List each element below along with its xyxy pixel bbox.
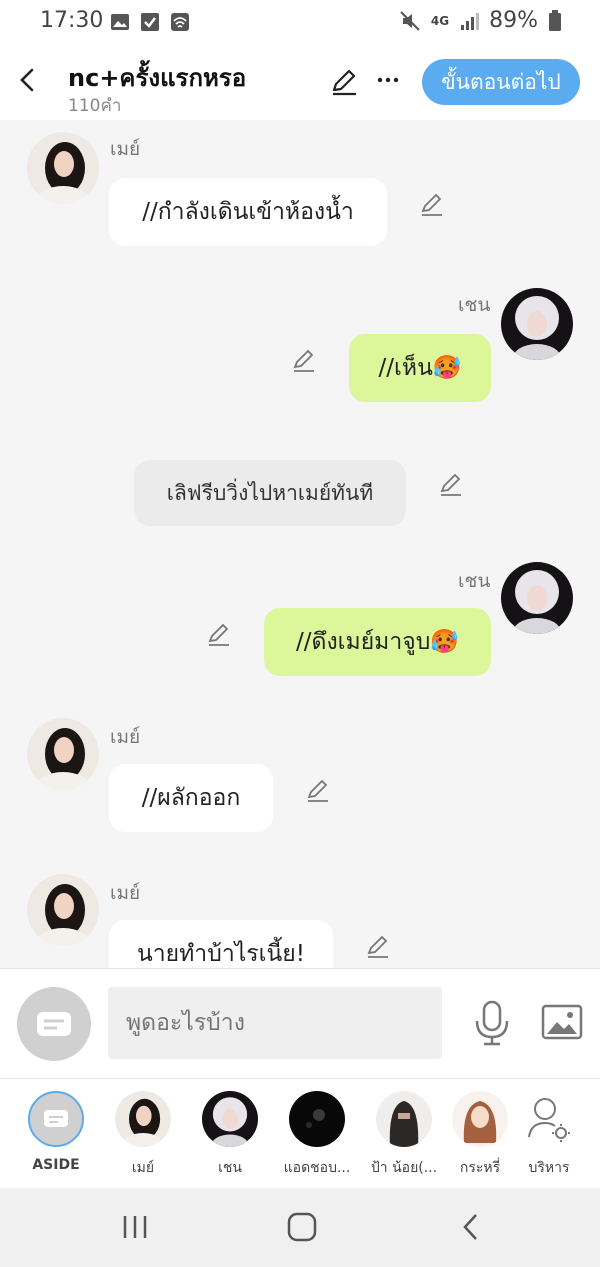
character-admin[interactable]: แอดชอบ... (277, 1091, 357, 1179)
character-label: ASIDE (32, 1157, 80, 1173)
speaker-name: เชน (458, 570, 491, 592)
character-aside[interactable]: ASIDE (16, 1091, 96, 1173)
pencil-icon[interactable] (437, 470, 465, 498)
character-label: กระหรี่ (459, 1160, 501, 1176)
character-label: เชน (218, 1160, 242, 1176)
speaker-name: เมย์ (110, 138, 141, 160)
mic-icon[interactable] (470, 999, 514, 1047)
settings-user-icon (521, 1091, 577, 1147)
more-icon[interactable] (374, 66, 402, 94)
pencil-icon[interactable] (364, 932, 392, 960)
notification-icons (110, 12, 190, 32)
avatar-image (501, 288, 573, 360)
pencil-icon[interactable] (418, 190, 446, 218)
home-icon[interactable] (287, 1212, 317, 1242)
back-icon[interactable] (14, 64, 42, 96)
next-step-button[interactable]: ขั้นตอนต่อไป (422, 59, 580, 105)
character-may[interactable]: เมย์ (103, 1091, 183, 1179)
aside-toggle-button[interactable] (17, 987, 91, 1061)
avatar-chen[interactable] (501, 288, 573, 360)
character-auntie[interactable]: ป้า น้อย(... (364, 1091, 444, 1179)
battery-icon (549, 9, 561, 31)
pencil-icon[interactable] (304, 776, 332, 804)
nav-back-icon[interactable] (458, 1212, 484, 1242)
pencil-icon[interactable] (290, 346, 318, 374)
avatar-may[interactable] (27, 874, 99, 946)
status-time: 17:30 (40, 8, 104, 33)
narration-bubble[interactable]: เลิฟรีบวิ่งไปหาเมย์ทันที (134, 460, 406, 526)
manage-characters-button[interactable]: บริหาร (509, 1091, 589, 1179)
avatar-image (27, 874, 99, 946)
character-avatar (289, 1091, 345, 1147)
character-chen[interactable]: เชน (190, 1091, 270, 1179)
status-bar: 17:30 4G 89% (0, 0, 600, 44)
character-label: บริหาร (528, 1160, 570, 1176)
message-bubble[interactable]: //ผลักออก (109, 764, 273, 832)
battery-percent: 89% (489, 8, 538, 33)
character-avatar (376, 1091, 432, 1147)
avatar-chen[interactable] (501, 562, 573, 634)
speaker-name: เชน (458, 294, 491, 316)
avatar-may[interactable] (27, 132, 99, 204)
signal-icon (461, 12, 480, 30)
character-avatar (452, 1091, 508, 1147)
aside-avatar (28, 1091, 84, 1147)
avatar-image (501, 562, 573, 634)
chat-icon (37, 1012, 71, 1036)
message-bubble[interactable]: //ดึงเมย์มาจูบ🥵 (264, 608, 491, 676)
word-count: 110คำ (68, 96, 122, 116)
character-strip: ASIDE เมย์ เชน แอดชอบ... ป้า น้อย(... กร… (0, 1078, 600, 1189)
avatar-may[interactable] (27, 718, 99, 790)
character-label: เมย์ (131, 1160, 155, 1176)
speaker-name: เมย์ (110, 882, 141, 904)
speaker-name: เมย์ (110, 726, 141, 748)
message-input[interactable] (108, 987, 442, 1059)
app-header: nc+ครั้งแรกหรอ 110คำ ขั้นตอนต่อไป (0, 44, 600, 120)
recents-icon[interactable] (120, 1214, 150, 1240)
character-krari[interactable]: กระหรี่ (440, 1091, 520, 1179)
character-label: แอดชอบ... (283, 1160, 351, 1176)
chat-icon (44, 1110, 68, 1127)
character-avatar (202, 1091, 258, 1147)
message-bubble[interactable]: //เห็น🥵 (349, 334, 491, 402)
avatar-image (27, 132, 99, 204)
status-right: 4G 89% (399, 8, 562, 33)
system-nav-bar (0, 1188, 600, 1267)
character-avatar (115, 1091, 171, 1147)
wifi-call-icon (171, 13, 189, 31)
composer-bar (0, 968, 600, 1079)
check-notification-icon (141, 13, 159, 31)
edit-icon[interactable] (328, 66, 360, 98)
avatar-image (27, 718, 99, 790)
chat-area[interactable]: เมย์ //กำลังเดินเข้าห้องน้ำ เชน //เห็น🥵 … (0, 120, 600, 968)
gallery-notification-icon (111, 14, 129, 30)
network-type: 4G (430, 13, 450, 28)
mute-icon (400, 10, 420, 31)
pencil-icon[interactable] (205, 620, 233, 648)
message-bubble[interactable]: //กำลังเดินเข้าห้องน้ำ (109, 178, 387, 246)
message-bubble[interactable]: นายทำบ้าไรเนี้ย! (109, 920, 333, 968)
image-icon[interactable] (540, 1001, 584, 1045)
character-label: ป้า น้อย(... (370, 1160, 438, 1176)
